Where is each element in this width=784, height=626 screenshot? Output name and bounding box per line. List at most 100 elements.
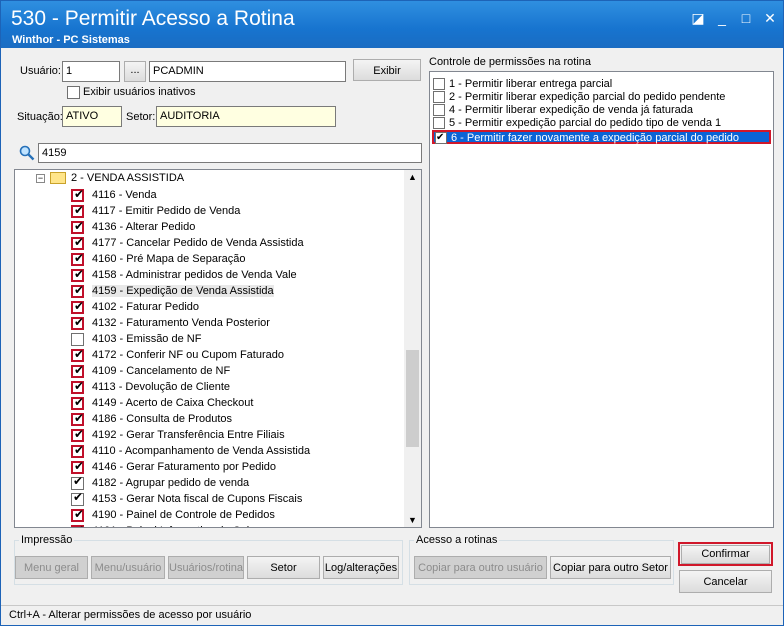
title-bar: 530 - Permitir Acesso a Rotina Winthor -… [1,1,783,48]
tree-item-label: 4136 - Alterar Pedido [92,221,196,233]
tree-item-checkbox[interactable]: ✔ [71,427,84,442]
status-bar: Ctrl+A - Alterar permissões de acesso po… [1,605,783,625]
tree-item-label: 4172 - Conferir NF ou Cupom Faturado [92,349,284,361]
tree-item-label: 4182 - Agrupar pedido de venda [92,477,250,489]
permission-item[interactable]: 1 - Permitir liberar entrega parcial [432,78,771,92]
tree-item-label: 4113 - Devolução de Cliente [92,381,230,393]
acesso-title: Acesso a rotinas [414,534,500,546]
inativos-checkbox[interactable] [67,86,80,99]
tree-item-checkbox[interactable]: ✔ [71,219,84,234]
permission-label: 4 - Permitir liberar expedição de venda … [449,104,693,116]
copiar-usuario-button[interactable]: Copiar para outro usuário [414,556,547,579]
permissions-list: 1 - Permitir liberar entrega parcial 2 - … [429,71,774,528]
restore-icon[interactable]: ◪ [689,9,707,27]
tree-item-checkbox[interactable]: ✔ [71,411,84,426]
routine-tree: − 2 - VENDA ASSISTIDA ✔ 4116 - Venda ✔ 4117… [14,169,422,528]
permission-label: 6 - Permitir fazer novamente a expedição… [451,132,739,144]
tree-item-checkbox[interactable]: ✔ [71,523,84,527]
window-title: 530 - Permitir Acesso a Rotina [11,7,295,30]
folder-icon [50,172,66,184]
acesso-group: Acesso a rotinas Copiar para outro usuár… [409,534,674,585]
tree-item-checkbox[interactable]: ✔ [71,283,84,298]
minimize-button[interactable]: _ [713,9,731,27]
close-button[interactable]: ✕ [761,9,779,27]
content-area: Usuário: 1 ... PCADMIN Exibir Exibir usu… [1,48,783,605]
tree-item-label: 4160 - Pré Mapa de Separação [92,253,246,265]
search-input[interactable]: 4159 [38,143,422,163]
tree-item-label: 4102 - Faturar Pedido [92,301,200,313]
tree-item-label: 4132 - Faturamento Venda Posterior [92,317,270,329]
usuario-code-input[interactable]: 1 [62,61,120,82]
tree-item-checkbox[interactable]: ✔ [71,187,84,202]
tree-scrollbar[interactable]: ▲ ▼ [404,170,421,527]
confirmar-button[interactable]: Confirmar [681,545,770,564]
window-subtitle: Winthor - PC Sistemas [12,34,130,46]
permission-checkbox[interactable] [433,91,445,103]
tree-item-checkbox[interactable]: ✔ [71,490,84,506]
tree-item-label: 4158 - Administrar pedidos de Venda Vale [92,269,297,281]
tree-item-checkbox[interactable]: ✔ [71,347,84,362]
impressao-title: Impressão [19,534,75,546]
tree-item-label: 4103 - Emissão de NF [92,333,202,345]
tree-item-label: 4159 - Expedição de Venda Assistida [92,285,274,297]
tree-item-checkbox[interactable]: ✔ [71,363,84,378]
permission-item[interactable]: 5 - Permitir expedição parcial do pedido… [432,117,771,131]
permission-checkbox[interactable] [433,117,445,129]
tree-item-label: 4117 - Emitir Pedido de Venda [92,205,241,217]
inativos-label: Exibir usuários inativos [83,86,196,98]
status-text: Ctrl+A - Alterar permissões de acesso po… [9,609,252,621]
tree-expand-icon[interactable]: − [36,174,45,183]
permission-label: 5 - Permitir expedição parcial do pedido… [449,117,722,129]
tree-group-label: 2 - VENDA ASSISTIDA [71,172,185,184]
tree-item-checkbox[interactable]: ✔ [71,507,84,522]
tree-item-checkbox[interactable]: ✔ [71,459,84,474]
permission-item[interactable]: ✔ 6 - Permitir fazer novamente a expediçã… [432,130,771,144]
maximize-button[interactable]: □ [737,9,755,27]
tree-item-checkbox[interactable]: ✔ [71,267,84,282]
tree-item-label: 4146 - Gerar Faturamento por Pedido [92,461,277,473]
permission-checkbox[interactable] [433,104,445,116]
tree-scroll-thumb[interactable] [406,350,419,447]
permissions-title: Controle de permissões na rotina [429,56,592,68]
tree-item-checkbox[interactable]: ✔ [71,251,84,266]
tree-item-label: 4116 - Venda [92,189,157,201]
tree-item-checkbox[interactable]: ✔ [71,474,84,490]
copiar-setor-button[interactable]: Copiar para outro Setor [550,556,671,579]
tree-item-checkbox[interactable]: ✔ [71,203,84,218]
exibir-button[interactable]: Exibir [353,59,421,81]
permission-item[interactable]: 2 - Permitir liberar expedição parcial d… [432,91,771,105]
tree-item-checkbox[interactable]: ✔ [71,299,84,314]
permission-label: 2 - Permitir liberar expedição parcial d… [449,91,726,103]
tree-item-checkbox[interactable]: ✔ [71,315,84,330]
setor-button[interactable]: Setor [247,556,320,579]
tree-item-label: 4186 - Consulta de Produtos [92,413,233,425]
tree-item-checkbox[interactable] [71,333,84,346]
tree-item-label: 4109 - Cancelamento de NF [92,365,231,377]
tree-item-checkbox[interactable]: ✔ [71,395,84,410]
permission-checkbox[interactable]: ✔ [435,132,447,144]
browse-user-button[interactable]: ... [124,61,146,82]
situacao-field: ATIVO [62,106,122,127]
main-window: 530 - Permitir Acesso a Rotina Winthor -… [0,0,784,626]
menu-usuario-button[interactable]: Menu/usuário [91,556,165,579]
tree-item-label: 4153 - Gerar Nota fiscal de Cupons Fisca… [92,493,303,505]
menu-geral-button[interactable]: Menu geral [15,556,88,579]
usuarios-rotina-button[interactable]: Usuários/rotina [168,556,244,579]
tree-item-label: 4192 - Gerar Transferência Entre Filiais [92,429,285,441]
log-alteracoes-button[interactable]: Log/alterações [323,556,399,579]
tree-item-checkbox[interactable]: ✔ [71,379,84,394]
usuario-label: Usuário: [20,65,61,77]
tree-item-label: 4190 - Painel de Controle de Pedidos [92,509,275,521]
setor-field: AUDITORIA [156,106,336,127]
permission-label: 1 - Permitir liberar entrega parcial [449,78,613,90]
situacao-label: Situação: [17,111,63,123]
tree-item-label: 4110 - Acompanhamento de Venda Assistida [92,445,311,457]
impressao-group: Impressão Menu geral Menu/usuário Usuári… [14,534,403,585]
cancelar-button[interactable]: Cancelar [679,570,772,593]
tree-item-checkbox[interactable]: ✔ [71,443,84,458]
tree-item-checkbox[interactable]: ✔ [71,235,84,250]
tree-item-label: 4177 - Cancelar Pedido de Venda Assistid… [92,237,304,249]
permission-checkbox[interactable] [433,78,445,90]
setor-label: Setor: [126,111,156,123]
permission-item[interactable]: 4 - Permitir liberar expedição de venda … [432,104,771,118]
